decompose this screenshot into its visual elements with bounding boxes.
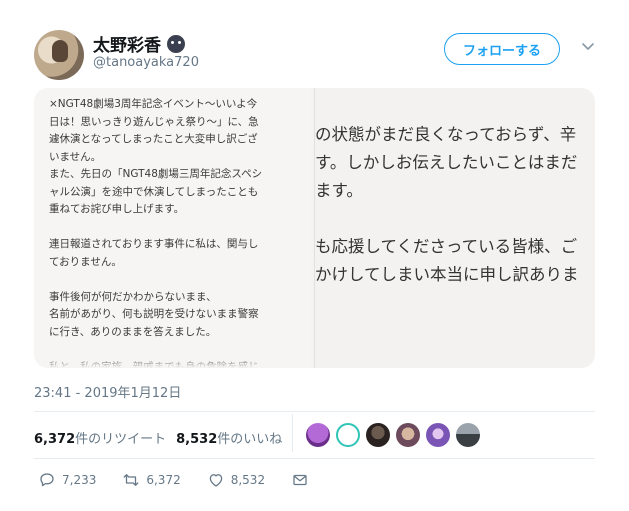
media-image-right[interactable]: の状態がまだ良くなっておらず、辛 す。しかしお伝えしたいことはまだ ます。も応援して… [314, 88, 595, 368]
letter-text-line: 事件後何が何だかわからないまま、 [49, 290, 217, 303]
letter-text-line: す。しかしお伝えしたいことはまだ [315, 153, 578, 172]
divider [34, 458, 595, 459]
divider [34, 411, 595, 412]
letter-text-line: また、先日の「NGT48劇場三周年記念スペシ [49, 168, 263, 180]
letter-text-line: の状態がまだ良くなっておらず、辛 [315, 125, 577, 144]
letter-text-line: に行き、ありのままを答えました。 [49, 325, 217, 338]
display-name-text: 太野彩香 [93, 36, 161, 56]
letter-text-line: 重ねてお詫び申し上げます。 [49, 203, 185, 215]
purple-slime-avatar[interactable] [306, 423, 330, 447]
tweet-actions: 7,233 6,372 8,532 [38, 471, 335, 489]
letter-text-line: 連日報道されております事件に私は、関与し [49, 238, 259, 250]
letter-text-line: 日は！思いっきり遊んじゃえ祭り〜」に、急 [49, 115, 259, 128]
letter-text-line: も応援してくださっている皆様、ご [315, 237, 578, 256]
retweet-count: 6,372 [146, 473, 181, 487]
stats-separator [292, 414, 293, 452]
letter-text-line: ×NGT48劇場3周年記念イベント〜いいよ今 [49, 98, 258, 110]
purple-avatar[interactable] [426, 423, 450, 447]
letter-text-line: 名前があがり、何も説明を受けないまま警察 [49, 308, 259, 320]
cyan-cartoon-avatar[interactable] [336, 423, 360, 447]
letter-text-line: いません。 [49, 150, 102, 163]
letter-text-line: かけしてしまい本当に申し訳ありま [315, 265, 579, 284]
chevron-down-icon[interactable] [580, 38, 596, 54]
letter-text-line: ておりません。 [49, 255, 122, 268]
retweet-icon [123, 474, 139, 486]
tweet-timestamp[interactable]: 23:41 - 2019年1月12日 [34, 382, 181, 401]
retweet-button[interactable]: 6,372 [122, 471, 181, 489]
avatar[interactable] [34, 30, 84, 80]
dark-photo-avatar[interactable] [366, 423, 390, 447]
reply-button[interactable]: 7,233 [38, 471, 96, 489]
letter-text-line: ます。 [315, 181, 363, 200]
tweet-media[interactable]: ×NGT48劇場3周年記念イベント〜いいよ今 日は！思いっきり遊んじゃえ祭り〜」に… [34, 88, 595, 368]
tweet-stats: 6,372件のリツイート 8,532件のいいね [34, 428, 282, 447]
portrait-avatar[interactable] [396, 423, 420, 447]
reply-count: 7,233 [62, 473, 97, 487]
letter-text-line: 遽休演となってしまったこと大変申し訳ござ [49, 133, 258, 145]
likers-row [306, 423, 480, 447]
direct-message-button[interactable] [291, 471, 309, 489]
gray-photo-avatar[interactable] [456, 423, 480, 447]
follow-button[interactable]: フォローする [444, 33, 560, 65]
like-button[interactable]: 8,532 [207, 471, 265, 489]
retweets-stat[interactable]: 6,372件のリツイート [34, 428, 166, 447]
reply-icon [40, 473, 54, 487]
likes-stat[interactable]: 8,532件のいいね [176, 428, 282, 447]
letter-text-line: ャル公演」を途中で休演してしまったことも [49, 185, 259, 198]
envelope-icon [293, 474, 307, 486]
media-image-left[interactable]: ×NGT48劇場3周年記念イベント〜いいよ今 日は！思いっきり遊んじゃえ祭り〜」に… [34, 88, 311, 368]
like-count: 8,532 [230, 473, 266, 487]
display-name[interactable]: 太野彩香 [93, 31, 185, 56]
mask-emoji-icon [167, 34, 185, 53]
heart-icon [209, 474, 222, 487]
user-handle[interactable]: @tanoayaka720 [93, 55, 199, 70]
